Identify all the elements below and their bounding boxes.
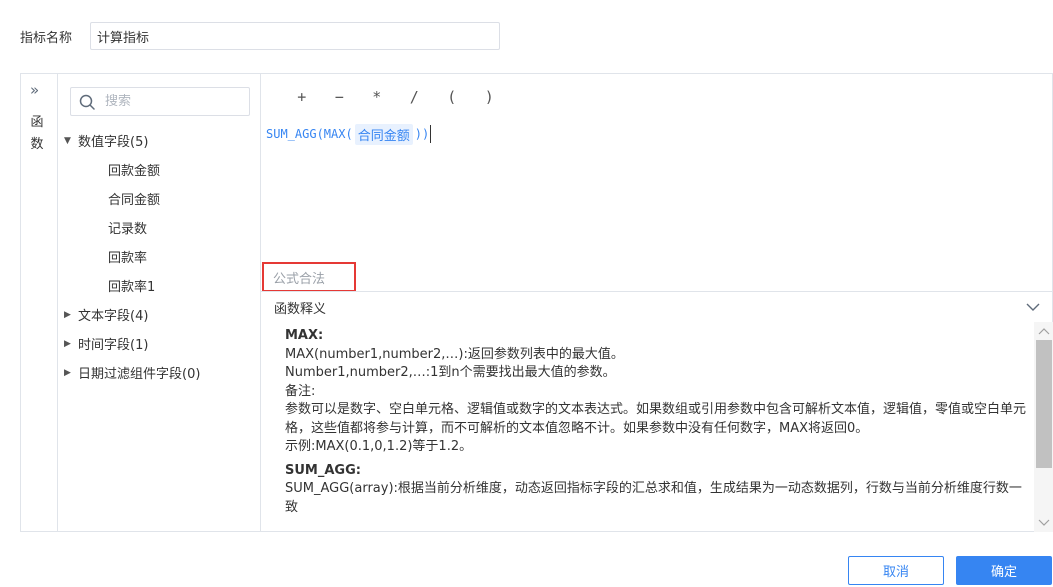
function-title: SUM_AGG: — [285, 462, 361, 478]
caret-right-icon[interactable]: ▶ — [64, 339, 78, 349]
formula-area[interactable]: + − * /() SUM_AGG(MAX( 合同金额 )) — [261, 74, 1053, 291]
operator-button[interactable]: * — [358, 86, 396, 108]
indicator-name-input[interactable] — [90, 22, 500, 50]
function-description-line: 示例:MAX(0.1,0,1.2)等于1.2。 — [285, 439, 473, 454]
formula-field-token[interactable]: 合同金额 — [354, 123, 413, 145]
function-rail[interactable]: » 函数 — [21, 74, 58, 531]
formula-text[interactable]: SUM_AGG(MAX( 合同金额 )) — [266, 123, 432, 145]
tree-group-label: 数值字段(5) — [78, 135, 149, 150]
operator-toolbar: + − * /() — [283, 86, 508, 108]
scroll-down-icon[interactable] — [1038, 518, 1050, 528]
explanation-scrollbar[interactable] — [1034, 322, 1053, 532]
function-explanation-panel: 函数释义 MAX: MAX(number1,number2,…):返回参数列表中的… — [261, 291, 1053, 533]
formula-suffix: )) — [414, 127, 430, 141]
operator-button[interactable]: − — [321, 86, 359, 108]
indicator-name-label: 指标名称 — [20, 30, 73, 46]
tree-group-label: 日期过滤组件字段(0) — [78, 367, 201, 382]
validation-text: 公式合法 — [273, 271, 326, 287]
explanation-content: MAX: MAX(number1,number2,…):返回参数列表中的最大值。 N… — [261, 322, 1031, 532]
function-description-line: Number1,number2,…:1到n个需要找出最大值的参数。 — [285, 365, 616, 380]
tree-group[interactable]: ▼ 数值字段(5) — [58, 126, 260, 155]
tree-group[interactable]: ▶ 日期过滤组件字段(0) — [58, 358, 260, 387]
tree-field-item[interactable]: 记录数 — [58, 213, 260, 242]
operator-button[interactable]: ) — [471, 86, 509, 108]
caret-right-icon[interactable]: ▶ — [64, 368, 78, 378]
confirm-button[interactable]: 确定 — [956, 556, 1052, 585]
tree-group-label: 时间字段(1) — [78, 338, 149, 353]
scrollbar-thumb[interactable] — [1036, 340, 1052, 468]
search-icon — [79, 94, 95, 110]
tree-group-label: 文本字段(4) — [78, 309, 149, 324]
caret-down-icon[interactable]: ▼ — [64, 136, 78, 146]
tree-field-item[interactable]: 回款金额 — [58, 155, 260, 184]
formula-validation-status: 公式合法 — [262, 262, 356, 292]
indicator-name-row: 指标名称 — [20, 22, 500, 50]
field-search-box[interactable] — [70, 87, 250, 116]
function-title: MAX: — [285, 328, 324, 343]
tree-group[interactable]: ▶ 时间字段(1) — [58, 329, 260, 358]
function-description-line: 参数可以是数字、空白单元格、逻辑值或数字的文本表达式。如果数组或引用参数中包含可… — [285, 402, 1027, 436]
tree-group[interactable]: ▶ 文本字段(4) — [58, 300, 260, 329]
function-description-line: SUM_AGG(array):根据当前分析维度，动态返回指标字段的汇总求和值，生… — [285, 481, 1022, 515]
function-description-line: 备注: — [285, 383, 316, 399]
tree-field-item[interactable]: 回款率1 — [58, 271, 260, 300]
scroll-up-icon[interactable] — [1038, 326, 1050, 336]
field-tree: ▼ 数值字段(5) 回款金额 合同金额 记录数 回款率 回款率1 ▶ 文本字段(4) ▶ 时间字段(… — [58, 126, 260, 387]
explanation-header[interactable]: 函数释义 — [261, 292, 1053, 322]
text-cursor — [430, 125, 432, 143]
function-rail-label[interactable]: 函数 — [29, 112, 45, 156]
expand-chevron-icon[interactable]: » — [30, 83, 39, 98]
operator-button[interactable]: + — [283, 86, 321, 108]
tree-field-item[interactable]: 合同金额 — [58, 184, 260, 213]
caret-right-icon[interactable]: ▶ — [64, 310, 78, 320]
formula-prefix: SUM_AGG(MAX( — [266, 127, 353, 141]
cancel-button[interactable]: 取消 — [848, 556, 944, 585]
chevron-down-icon[interactable] — [1026, 300, 1040, 314]
field-search-input[interactable] — [105, 94, 235, 109]
function-description-line: MAX(number1,number2,…):返回参数列表中的最大值。 — [285, 346, 624, 362]
operator-button[interactable]: ( — [433, 86, 471, 108]
formula-editor: » 函数 ▼数值字段(5)回款金额合同金额记录数回款率回款率1▶文本字段(4)▶… — [20, 73, 1053, 532]
field-panel: ▼数值字段(5)回款金额合同金额记录数回款率回款率1▶文本字段(4)▶时间字段(… — [58, 74, 261, 531]
explanation-title: 函数释义 — [274, 301, 327, 317]
operator-button[interactable]: / — [396, 86, 434, 108]
tree-field-item[interactable]: 回款率 — [58, 242, 260, 271]
